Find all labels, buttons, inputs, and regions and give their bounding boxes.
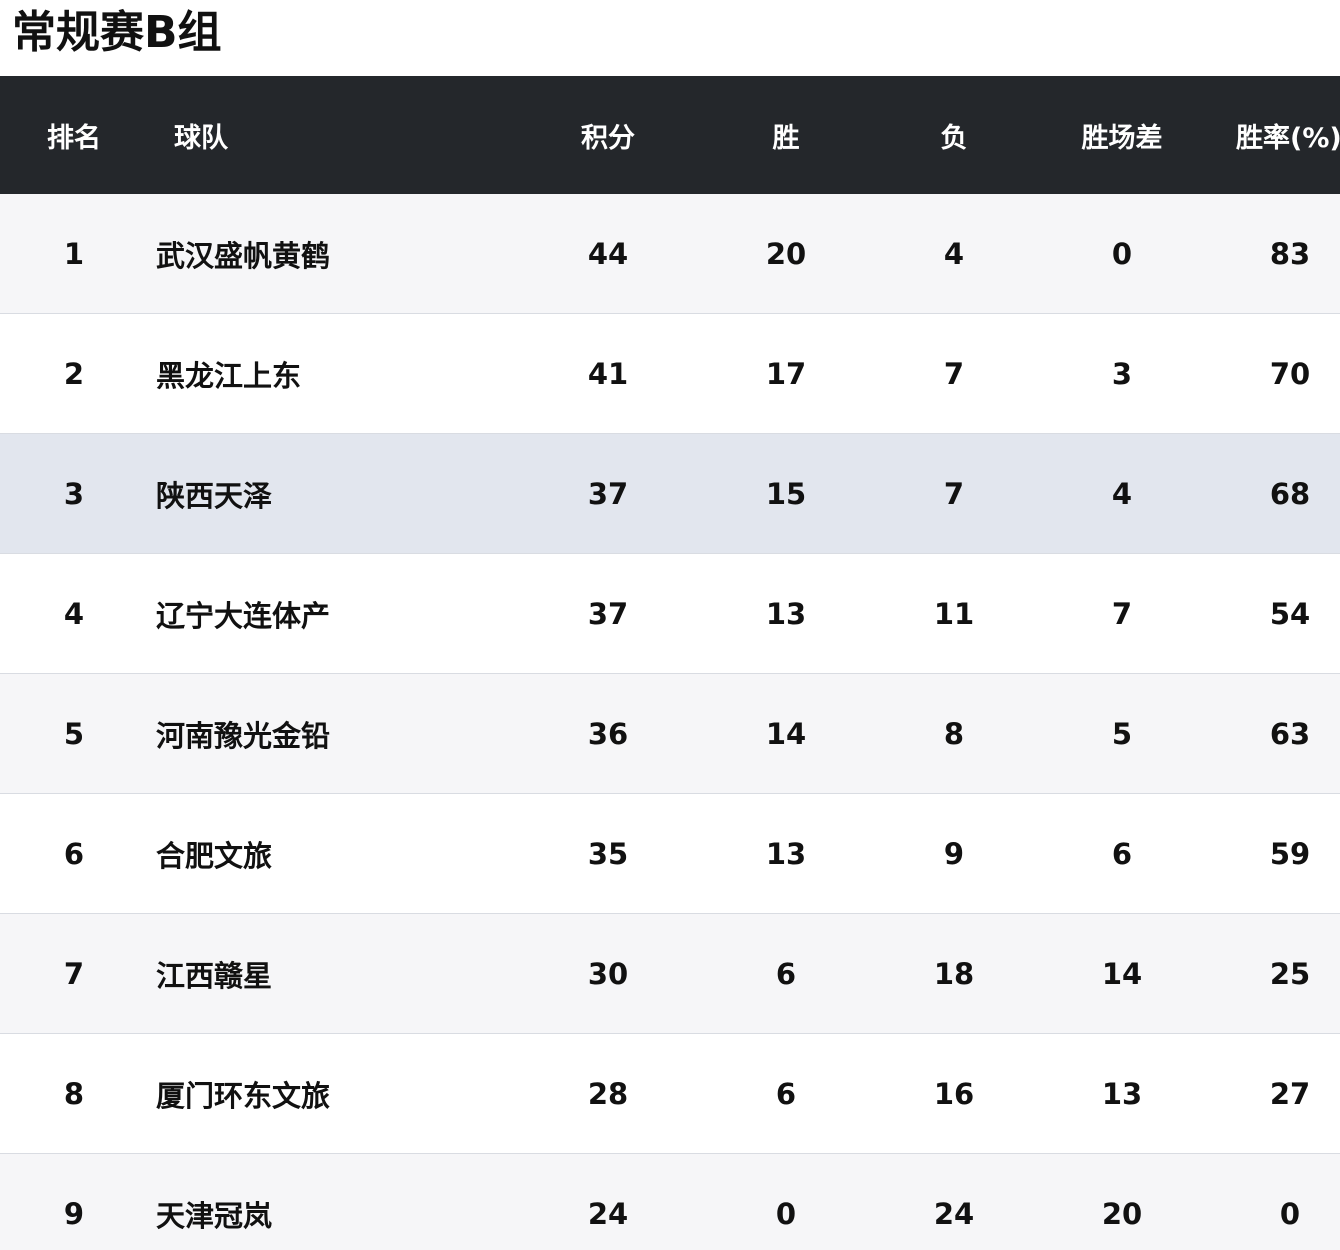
wins-cell: 0 <box>775 1196 797 1231</box>
games-behind-cell: 4 <box>1111 476 1133 511</box>
win-rate-cell: 0 <box>1279 1196 1301 1231</box>
points-cell: 30 <box>587 956 629 991</box>
games-behind-cell: 20 <box>1101 1196 1143 1231</box>
rank-cell: 9 <box>63 1196 85 1231</box>
rank-cell: 3 <box>63 476 85 511</box>
games-behind-cell: 0 <box>1111 236 1133 271</box>
column-header-win-rate[interactable]: 胜率(%) <box>1236 76 1340 194</box>
team-cell: 厦门环东文旅 <box>156 1078 331 1113</box>
rank-cell: 8 <box>63 1076 85 1111</box>
losses-cell: 8 <box>943 716 965 751</box>
losses-cell: 16 <box>933 1076 975 1111</box>
losses-cell: 24 <box>933 1196 975 1231</box>
win-rate-cell: 54 <box>1269 596 1311 631</box>
wins-cell: 20 <box>765 236 807 271</box>
win-rate-cell: 68 <box>1269 476 1311 511</box>
column-header-rank[interactable]: 排名 <box>24 76 124 194</box>
games-behind-cell: 7 <box>1111 596 1133 631</box>
win-rate-cell: 27 <box>1269 1076 1311 1111</box>
team-cell: 河南豫光金铅 <box>156 718 331 753</box>
games-behind-cell: 6 <box>1111 836 1133 871</box>
win-rate-cell: 59 <box>1269 836 1311 871</box>
wins-cell: 6 <box>775 956 797 991</box>
rank-cell: 2 <box>63 356 85 391</box>
table-row[interactable]: 1 武汉盛帆黄鹤 44 20 4 0 83 <box>0 194 1340 314</box>
games-behind-cell: 5 <box>1111 716 1133 751</box>
wins-cell: 15 <box>765 476 807 511</box>
points-cell: 41 <box>587 356 629 391</box>
table-row[interactable]: 3 陕西天泽 37 15 7 4 68 <box>0 434 1340 554</box>
team-cell: 黑龙江上东 <box>156 358 302 393</box>
team-cell: 陕西天泽 <box>156 478 273 513</box>
wins-cell: 13 <box>765 596 807 631</box>
losses-cell: 18 <box>933 956 975 991</box>
games-behind-cell: 3 <box>1111 356 1133 391</box>
team-cell: 天津冠岚 <box>156 1198 273 1233</box>
table-row[interactable]: 7 江西赣星 30 6 18 14 25 <box>0 914 1340 1034</box>
team-cell: 武汉盛帆黄鹤 <box>156 238 331 273</box>
standings-table: 排名 球队 积分 胜 负 胜场差 胜率(%) 1 武汉盛帆黄鹤 44 20 4 … <box>0 76 1340 1250</box>
table-row[interactable]: 5 河南豫光金铅 36 14 8 5 63 <box>0 674 1340 794</box>
column-header-points[interactable]: 积分 <box>548 76 668 194</box>
rank-cell: 1 <box>63 236 85 271</box>
wins-cell: 13 <box>765 836 807 871</box>
wins-cell: 6 <box>775 1076 797 1111</box>
table-row[interactable]: 6 合肥文旅 35 13 9 6 59 <box>0 794 1340 914</box>
points-cell: 35 <box>587 836 629 871</box>
losses-cell: 4 <box>943 236 965 271</box>
losses-cell: 11 <box>933 596 975 631</box>
page-title: 常规赛B组 <box>12 7 222 58</box>
rank-cell: 5 <box>63 716 85 751</box>
losses-cell: 7 <box>943 476 965 511</box>
column-header-games-behind[interactable]: 胜场差 <box>1062 76 1182 194</box>
team-cell: 合肥文旅 <box>156 838 273 873</box>
table-row[interactable]: 4 辽宁大连体产 37 13 11 7 54 <box>0 554 1340 674</box>
column-header-wins[interactable]: 胜 <box>726 76 846 194</box>
table-row[interactable]: 9 天津冠岚 24 0 24 20 0 <box>0 1154 1340 1250</box>
rank-cell: 6 <box>63 836 85 871</box>
rank-cell: 7 <box>63 956 85 991</box>
points-cell: 28 <box>587 1076 629 1111</box>
games-behind-cell: 14 <box>1101 956 1143 991</box>
rank-cell: 4 <box>63 596 85 631</box>
wins-cell: 14 <box>765 716 807 751</box>
win-rate-cell: 25 <box>1269 956 1311 991</box>
losses-cell: 7 <box>943 356 965 391</box>
team-cell: 辽宁大连体产 <box>156 598 331 633</box>
column-header-losses[interactable]: 负 <box>894 76 1014 194</box>
points-cell: 44 <box>587 236 629 271</box>
points-cell: 37 <box>587 596 629 631</box>
column-header-team[interactable]: 球队 <box>174 76 554 194</box>
table-header-row: 排名 球队 积分 胜 负 胜场差 胜率(%) <box>0 76 1340 194</box>
points-cell: 24 <box>587 1196 629 1231</box>
win-rate-cell: 70 <box>1269 356 1311 391</box>
points-cell: 36 <box>587 716 629 751</box>
win-rate-cell: 63 <box>1269 716 1311 751</box>
wins-cell: 17 <box>765 356 807 391</box>
losses-cell: 9 <box>943 836 965 871</box>
standings-page: 常规赛B组 排名 球队 积分 胜 负 胜场差 胜率(%) 1 武汉盛帆黄鹤 44… <box>0 0 1340 1250</box>
points-cell: 37 <box>587 476 629 511</box>
team-cell: 江西赣星 <box>156 958 273 993</box>
table-row[interactable]: 2 黑龙江上东 41 17 7 3 70 <box>0 314 1340 434</box>
win-rate-cell: 83 <box>1269 236 1311 271</box>
games-behind-cell: 13 <box>1101 1076 1143 1111</box>
table-row[interactable]: 8 厦门环东文旅 28 6 16 13 27 <box>0 1034 1340 1154</box>
